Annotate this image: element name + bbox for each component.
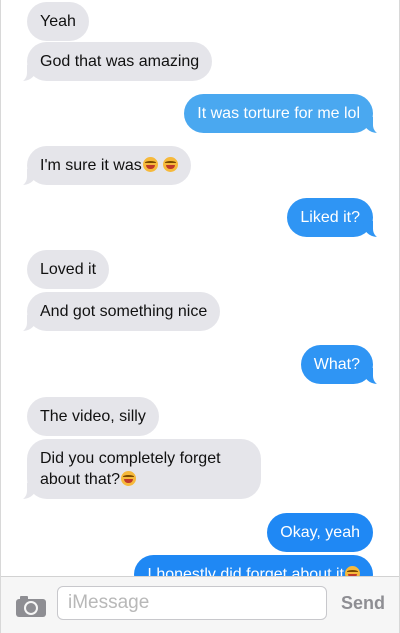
laughing-emoji-icon xyxy=(142,157,158,172)
laughing-emoji-icon xyxy=(162,157,178,172)
incoming-message[interactable]: Did you completely forget about that? xyxy=(11,439,261,501)
outgoing-message[interactable]: Okay, yeah xyxy=(267,513,373,552)
message-text: It was torture for me lol xyxy=(197,105,360,122)
message-text: I'm sure it was xyxy=(40,157,142,174)
incoming-message[interactable]: God that was amazing xyxy=(10,42,213,83)
message-text: Okay, yeah xyxy=(280,524,360,541)
send-button[interactable]: Send xyxy=(341,593,385,614)
message-text: God that was amazing xyxy=(40,53,200,70)
message-text: Liked it? xyxy=(300,209,360,226)
outgoing-message[interactable]: What? xyxy=(300,345,390,386)
message-text: Yeah xyxy=(40,13,76,30)
incoming-message[interactable]: Loved it xyxy=(27,250,110,289)
incoming-message[interactable]: The video, silly xyxy=(27,397,159,436)
incoming-message[interactable]: And got something nice xyxy=(10,292,221,333)
laughing-emoji-icon xyxy=(121,471,137,486)
message-composer: iMessage Send xyxy=(1,576,399,633)
message-text-line-2: about that? xyxy=(40,471,121,488)
message-thread[interactable]: Yeah God that was amazing It was torture… xyxy=(1,0,399,633)
message-text: What? xyxy=(313,356,360,373)
incoming-message[interactable]: Yeah xyxy=(27,2,89,41)
incoming-message[interactable]: I'm sure it was xyxy=(11,146,191,187)
outgoing-message[interactable]: It was torture for me lol xyxy=(184,94,389,135)
message-text-line-1: Did you completely forget xyxy=(40,450,221,467)
message-input[interactable]: iMessage xyxy=(57,586,327,620)
message-text: Loved it xyxy=(40,261,97,278)
message-text: The video, silly xyxy=(40,408,146,425)
message-text: And got something nice xyxy=(40,303,208,320)
outgoing-message[interactable]: Liked it? xyxy=(287,198,389,239)
camera-icon[interactable] xyxy=(15,594,47,618)
